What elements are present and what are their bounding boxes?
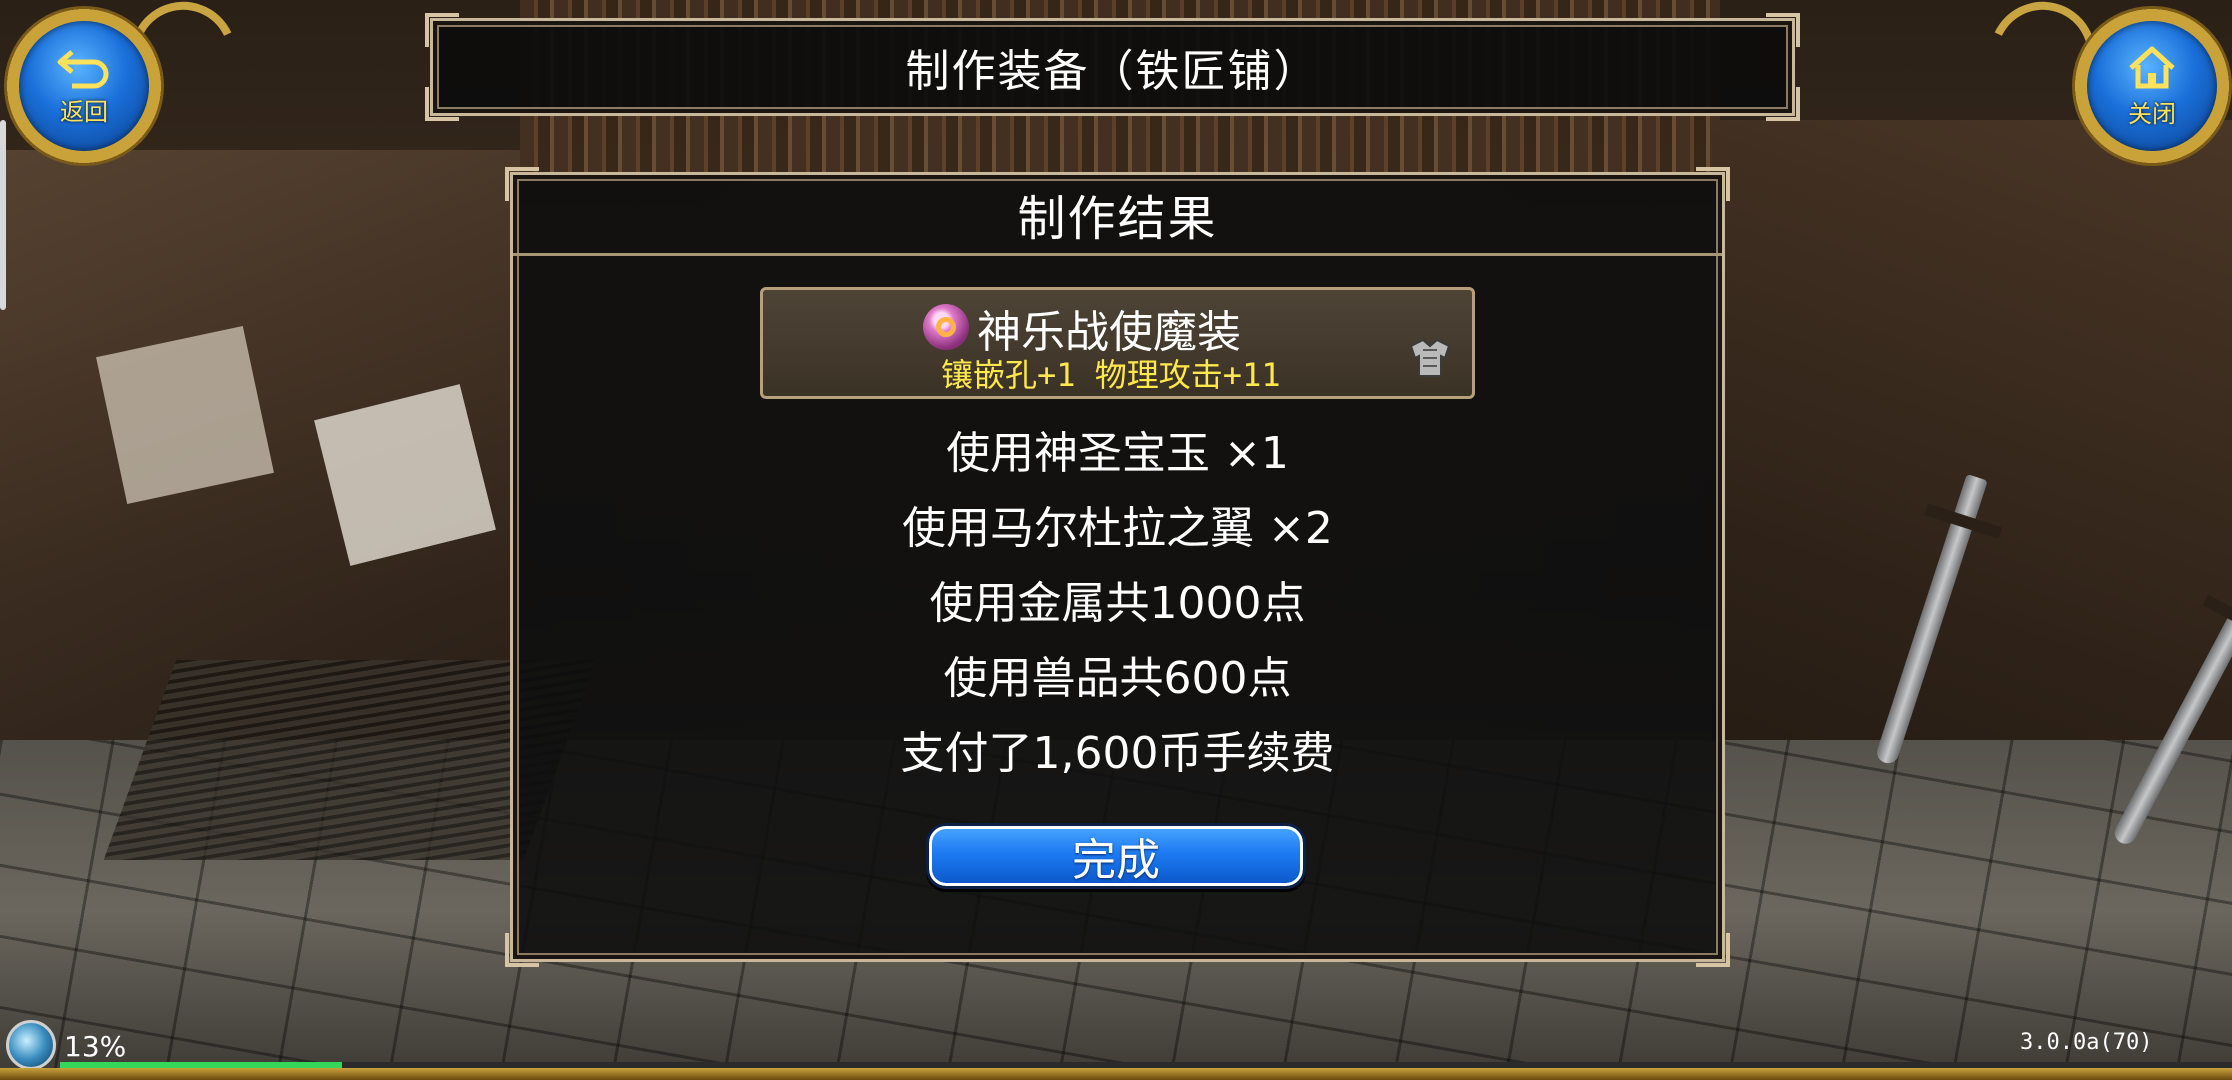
version-label: 3.0.0a(70) <box>2020 1030 2153 1055</box>
close-button[interactable]: 关闭 <box>2072 6 2232 166</box>
crafted-item-card[interactable]: 神乐战使魔装 镶嵌孔+1 物理攻击+11 <box>760 287 1475 399</box>
ring-icon <box>923 304 969 350</box>
fee-line: 支付了1,600币手续费 <box>900 728 1335 779</box>
return-arrow-icon <box>57 49 109 88</box>
panel-title: 制作结果 <box>1017 191 1218 247</box>
material-line: 使用神圣宝玉 ×1 <box>946 428 1289 479</box>
bottom-gold-edge <box>0 1068 2232 1080</box>
material-line: 使用马尔杜拉之翼 ×2 <box>902 503 1333 554</box>
title-bar: 制作装备（铁匠铺） <box>425 13 1800 121</box>
scroll-indicator <box>0 120 6 310</box>
home-icon <box>2129 46 2175 88</box>
panel-header: 制作结果 <box>513 175 1722 256</box>
progress-text: 13% <box>64 1030 127 1063</box>
material-line: 使用兽品共600点 <box>943 653 1292 704</box>
crafting-result-panel: 制作结果 神乐战使魔装 镶嵌孔+1 物理攻击+11 使用神圣宝玉 ×1 使用马尔… <box>505 167 1730 967</box>
armor-icon <box>1409 338 1451 377</box>
download-progress-icon <box>6 1020 56 1070</box>
game-scene: 制作装备（铁匠铺） 返回 关闭 制作结果 神乐战使魔装 镶嵌孔+1 物理攻击+1… <box>0 0 2232 1080</box>
page-title: 制作装备（铁匠铺） <box>905 46 1320 97</box>
back-label: 返回 <box>60 97 108 126</box>
done-button[interactable]: 完成 <box>926 823 1306 889</box>
item-stats: 镶嵌孔+1 物理攻击+11 <box>941 356 1281 394</box>
close-label: 关闭 <box>2128 99 2176 128</box>
done-label: 完成 <box>1072 835 1160 886</box>
paper-background <box>96 326 274 504</box>
material-line: 使用金属共1000点 <box>929 578 1306 629</box>
back-button[interactable]: 返回 <box>4 6 164 166</box>
